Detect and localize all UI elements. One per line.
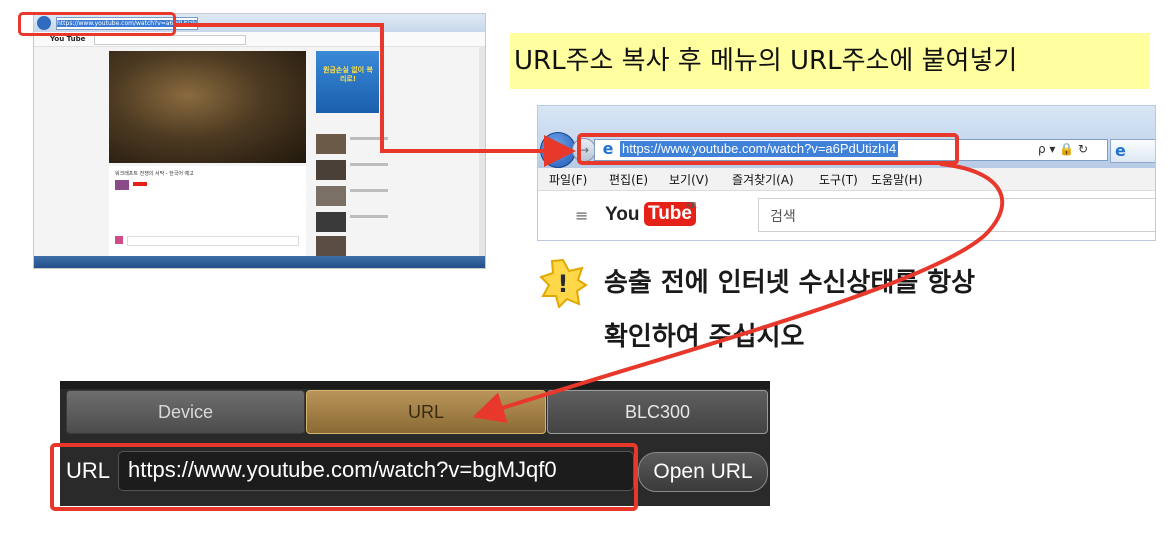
instruction-text: URL주소 복사 후 메뉴의 URL주소에 붙여넣기: [514, 46, 1018, 76]
thumb-video-player: [109, 51, 306, 163]
thumb-related-thumb: [316, 134, 346, 154]
tab-url[interactable]: URL: [306, 390, 546, 434]
url-field-highlight-box: [50, 443, 638, 511]
hamburger-menu-icon[interactable]: ≡: [575, 206, 588, 225]
thumb-comment-box: [127, 236, 299, 246]
thumb-channel-avatar: [115, 180, 129, 190]
thumb-ad-text: 원금손실 없이 복리로!: [323, 66, 373, 83]
thumb-taskbar: [34, 256, 485, 268]
thumb-related-line: [350, 189, 388, 192]
thumb-search-box: [94, 35, 246, 45]
browser-address-zoom: ← → e https://www.youtube.com/watch?v=a6…: [537, 105, 1156, 241]
menu-tools[interactable]: 도구(T): [819, 171, 858, 188]
search-placeholder: 검색: [770, 209, 796, 225]
warning-line-1: 송출 전에 인터넷 수신상태를 항상: [604, 268, 976, 298]
menu-edit[interactable]: 편집(E): [609, 171, 648, 188]
youtube-region-label: KR: [686, 201, 697, 210]
menu-file[interactable]: 파일(F): [549, 171, 587, 188]
thumb-scrollbar: [479, 46, 485, 256]
thumb-subscribe-badge: [133, 182, 147, 186]
thumb-related-line: [350, 163, 388, 166]
browser-tab-icon[interactable]: e: [1110, 139, 1155, 163]
menu-favorites[interactable]: 즐겨찾기(A): [732, 171, 794, 188]
warning-icon: !: [539, 258, 588, 308]
youtube-search-input[interactable]: [758, 198, 1155, 232]
tab-device[interactable]: Device: [66, 390, 305, 434]
url-highlight-box: [577, 133, 959, 165]
thumb-address-highlight: [18, 12, 176, 36]
thumb-related-line: [350, 137, 388, 140]
back-arrow-icon[interactable]: ←: [540, 132, 576, 168]
open-url-button[interactable]: Open URL: [638, 452, 768, 492]
thumb-related-thumb: [316, 160, 346, 180]
thumb-related-line: [350, 215, 388, 218]
thumb-comment-avatar: [115, 236, 123, 244]
app-panel-topbar: [60, 381, 770, 389]
warning-glyph: !: [558, 270, 569, 298]
tab-blc300[interactable]: BLC300: [547, 390, 768, 434]
thumb-related-thumb: [316, 236, 346, 256]
address-tools-icons[interactable]: ρ ▾ 🔒 ↻: [1038, 140, 1106, 158]
browser-thumbnail: https://www.youtube.com/watch?v=a6PdUtiz…: [33, 13, 486, 269]
menu-view[interactable]: 보기(V): [669, 171, 709, 188]
thumb-related-thumb: [316, 186, 346, 206]
thumb-related-thumb: [316, 212, 346, 232]
menu-help[interactable]: 도움말(H): [871, 171, 923, 188]
thumb-youtube-logo: You Tube: [50, 35, 86, 43]
youtube-logo-you[interactable]: You: [605, 204, 639, 226]
warning-line-2: 확인하여 주십시오: [604, 322, 805, 352]
thumb-video-title: 워크래프트 전쟁의 서막 - 한국어 예고: [115, 171, 194, 177]
thumb-video-info: 워크래프트 전쟁의 서막 - 한국어 예고: [109, 166, 306, 266]
